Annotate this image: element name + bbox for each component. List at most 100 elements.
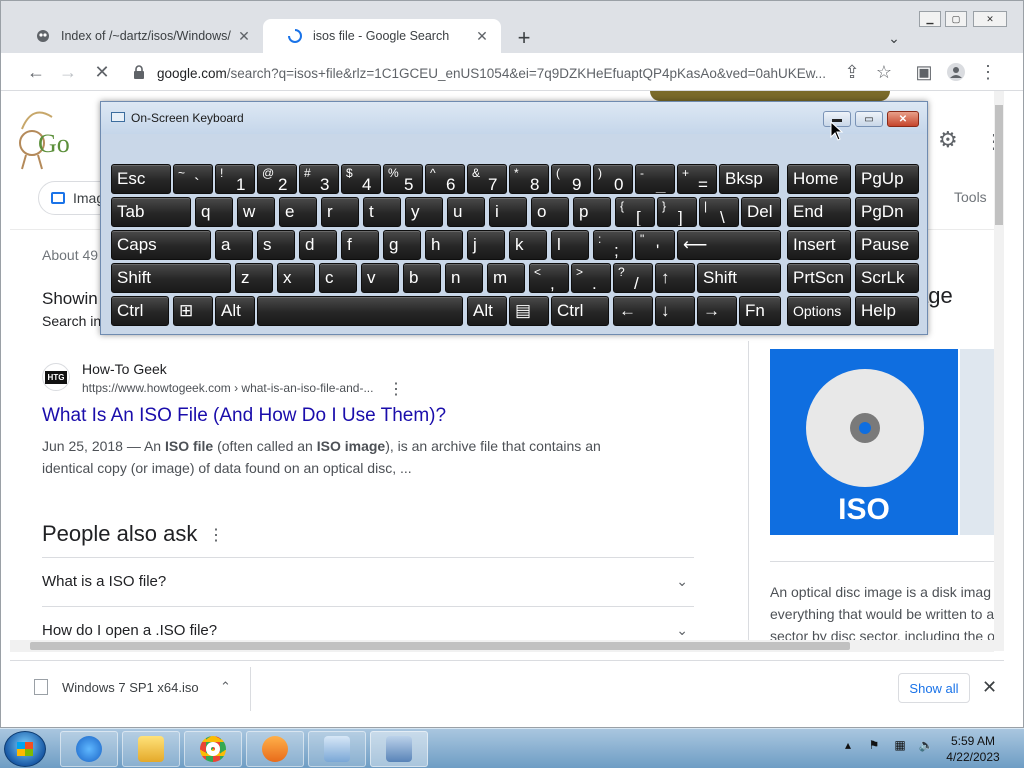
osk-key[interactable]: p [573,197,611,227]
chevron-up-icon[interactable]: ⌃ [220,679,231,695]
window-close-button[interactable]: ✕ [973,11,1007,27]
osk-key[interactable]: Alt [215,296,255,326]
osk-key[interactable]: Ctrl [551,296,609,326]
osk-key[interactable]: x [277,263,315,293]
osk-title-bar[interactable]: On-Screen Keyboard ▬ ▭ ✕ [101,102,927,134]
close-icon[interactable]: ✕ [982,677,997,698]
osk-key[interactable]: n [445,263,483,293]
back-arrow-icon[interactable]: ← [23,59,49,85]
osk-key[interactable]: >. [571,263,611,293]
osk-key[interactable]: End [787,197,851,227]
osk-key[interactable]: * 8 [509,164,549,194]
osk-key[interactable]: ScrLk [855,263,919,293]
osk-key[interactable]: ⊞ [173,296,213,326]
network-icon[interactable]: ▦ [892,737,908,753]
osk-key[interactable]: c [319,263,357,293]
osk-key[interactable]: ← [613,296,653,326]
osk-key[interactable]: Esc [111,164,171,194]
paa-options-icon[interactable]: ⋮ [208,525,224,545]
osk-key[interactable]: #3 [299,164,339,194]
osk-key[interactable]: | \ [699,197,739,227]
taskbar-control-panel[interactable] [308,731,366,767]
osk-key[interactable]: ⟵ [677,230,781,260]
action-center-flag-icon[interactable]: ⚑ [866,737,882,753]
osk-key[interactable]: q [195,197,233,227]
osk-key[interactable]: b [403,263,441,293]
osk-key[interactable]: Shift [111,263,231,293]
osk-key[interactable]: Fn [739,296,781,326]
osk-key[interactable]: ) 0 [593,164,633,194]
share-icon[interactable]: ⇪ [839,59,865,85]
osk-key[interactable]: h [425,230,463,260]
osk-key[interactable]: :; [593,230,633,260]
close-icon[interactable]: ✕ [473,27,491,45]
close-icon[interactable]: ✕ [235,27,253,45]
osk-key[interactable]: s [257,230,295,260]
osk-key[interactable]: d [299,230,337,260]
osk-key[interactable]: @2 [257,164,297,194]
tab-search-chevron-icon[interactable]: ⌄ [883,27,905,49]
volume-muted-icon[interactable]: 🔈 [918,737,934,753]
osk-close-button[interactable]: ✕ [887,111,919,127]
osk-key[interactable]: j [467,230,505,260]
osk-key[interactable]: Insert [787,230,851,260]
osk-key[interactable]: i [489,197,527,227]
osk-key[interactable]: ! 1 [215,164,255,194]
osk-key[interactable]: e [279,197,317,227]
osk-key[interactable]: & 7 [467,164,507,194]
osk-key[interactable]: Ctrl [111,296,169,326]
taskbar-media-player[interactable] [246,731,304,767]
osk-maximize-button[interactable]: ▭ [855,111,883,127]
osk-key[interactable]: f [341,230,379,260]
address-bar[interactable]: google.com/search?q=isos+file&rlz=1C1GCE… [125,59,905,87]
osk-key[interactable]: r [321,197,359,227]
osk-key[interactable]: Del [741,197,781,227]
osk-key[interactable]: }] [657,197,697,227]
stop-loading-icon[interactable]: ✕ [89,59,115,85]
bookmark-star-icon[interactable]: ☆ [871,59,897,85]
osk-key[interactable]: o [531,197,569,227]
osk-key[interactable]: ▤ [509,296,549,326]
side-panel-icon[interactable]: ▣ [911,59,937,85]
osk-key[interactable]: m [487,263,525,293]
new-tab-button[interactable]: + [511,25,537,51]
osk-key[interactable]: ~ ` [173,164,213,194]
result-url[interactable]: https://www.howtogeek.com › what-is-an-i… [82,381,373,395]
forward-arrow-icon[interactable]: → [55,59,81,85]
osk-key[interactable]: " ' [635,230,675,260]
settings-gear-icon[interactable]: ⚙ [938,127,958,153]
osk-key[interactable]: <, [529,263,569,293]
show-all-button[interactable]: Show all [898,673,970,703]
osk-key[interactable]: ↑ [655,263,695,293]
osk-key[interactable]: Help [855,296,919,326]
window-minimize-button[interactable]: ▁ [919,11,941,27]
google-doodle-logo[interactable]: Go [12,99,102,179]
taskbar-on-screen-keyboard[interactable] [370,731,428,767]
osk-key[interactable]: ^ 6 [425,164,465,194]
osk-key[interactable]: Bksp [719,164,779,194]
system-clock[interactable]: 5:59 AM 4/22/2023 [936,733,1010,765]
osk-key[interactable]: → [697,296,737,326]
download-item[interactable]: Windows 7 SP1 x64.iso [34,679,199,695]
osk-key[interactable]: v [361,263,399,293]
osk-key[interactable]: % 5 [383,164,423,194]
osk-key[interactable]: t [363,197,401,227]
osk-key[interactable]: z [235,263,273,293]
osk-key[interactable]: Alt [467,296,507,326]
horizontal-scrollbar[interactable] [10,640,994,652]
start-button[interactable] [4,731,46,767]
osk-key[interactable]: Caps [111,230,211,260]
osk-key[interactable]: ↓ [655,296,695,326]
profile-avatar-icon[interactable] [943,59,969,85]
result-site-name[interactable]: How-To Geek [82,361,167,377]
osk-key[interactable]: PgUp [855,164,919,194]
osk-key[interactable]: w [237,197,275,227]
osk-key[interactable]: - _ [635,164,675,194]
osk-key[interactable]: Home [787,164,851,194]
vertical-scrollbar[interactable] [994,91,1004,651]
osk-key[interactable]: PgDn [855,197,919,227]
osk-key[interactable]: ? / [613,263,653,293]
result-title-link[interactable]: What Is An ISO File (And How Do I Use Th… [42,405,446,427]
osk-key[interactable]: l [551,230,589,260]
taskbar-file-explorer[interactable] [122,731,180,767]
